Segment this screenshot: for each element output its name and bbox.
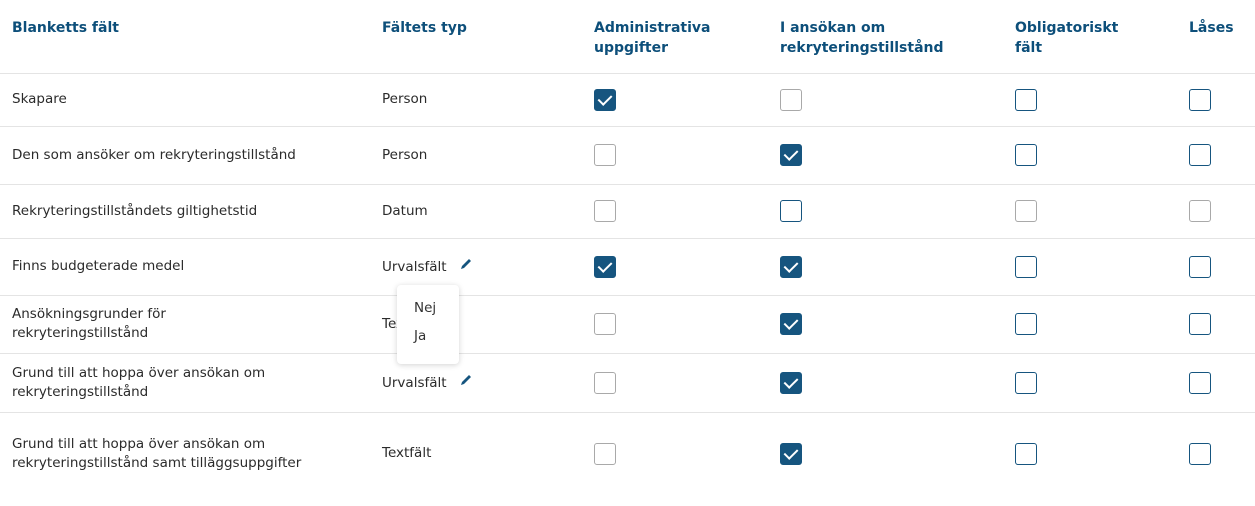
table-row: Den som ansöker om rekryteringstillstånd… [0,125,1255,184]
mandatory-checkbox[interactable] [1015,371,1037,394]
field-type: Datum [382,183,594,238]
admin-checkbox[interactable] [594,88,616,111]
mandatory-checkbox[interactable] [1015,442,1037,465]
mandatory-checkbox[interactable] [1015,313,1037,335]
in-application-checkbox[interactable] [780,200,802,222]
field-name: Den som ansöker om rekryteringstillstånd [0,125,382,184]
mandatory-checkbox[interactable] [1015,88,1037,111]
table-row: Grund till att hoppa över ansökan om rek… [0,411,1255,495]
table-row: Skapare Person [0,72,1255,126]
table-header-row: Blanketts fält Fältets typ Administrativ… [0,10,1255,73]
in-application-checkbox[interactable] [780,442,802,465]
mandatory-checkbox[interactable] [1015,144,1037,166]
locked-checkbox[interactable] [1189,313,1211,335]
options-popup: Nej Ja [397,285,459,364]
field-name: Finns budgeterade medel [0,237,382,295]
popup-option-ja[interactable]: Ja [414,328,426,344]
table-row: Ansökningsgrunder för rekryteringstillst… [0,294,1255,353]
admin-checkbox[interactable] [594,200,616,222]
header-type: Fältets typ [382,20,467,36]
in-application-checkbox[interactable] [780,313,802,335]
admin-checkbox[interactable] [594,313,616,335]
admin-checkbox[interactable] [594,442,616,465]
field-name: Skapare [0,72,382,126]
field-type: Textfält [382,411,594,495]
admin-checkbox[interactable] [594,144,616,166]
header-locked: Låses [1189,20,1234,36]
header-field: Blanketts fält [12,20,119,36]
field-type: Person [382,72,594,126]
table-row: Finns budgeterade medel Urvalsfält [0,237,1255,295]
mandatory-checkbox[interactable] [1015,200,1037,222]
form-fields-table: Blanketts fält Fältets typ Administrativ… [0,10,1255,495]
field-type: Urvalsfält [382,374,447,391]
in-application-checkbox[interactable] [780,255,802,278]
table-row: Rekryteringstillståndets giltighetstid D… [0,183,1255,238]
header-in-application: I ansökan om rekryteringstillstånd [780,20,944,56]
edit-pencil-icon[interactable] [459,373,473,393]
mandatory-checkbox[interactable] [1015,255,1037,278]
locked-checkbox[interactable] [1189,255,1211,278]
field-type: Urvalsfält [382,258,447,275]
locked-checkbox[interactable] [1189,371,1211,394]
field-name: Grund till att hoppa över ansökan om rek… [0,352,382,412]
popup-option-nej[interactable]: Nej [414,300,436,316]
field-type: Person [382,125,594,184]
table-row: Grund till att hoppa över ansökan om rek… [0,352,1255,412]
field-name: Ansökningsgrunder för rekryteringstillst… [0,294,382,353]
locked-checkbox[interactable] [1189,200,1211,222]
field-name: Grund till att hoppa över ansökan om rek… [0,411,382,495]
in-application-checkbox[interactable] [780,88,802,111]
header-admin: Administrativa uppgifter [594,20,711,56]
in-application-checkbox[interactable] [780,144,802,166]
admin-checkbox[interactable] [594,255,616,278]
header-mandatory: Obligatoriskt fält [1015,20,1119,56]
admin-checkbox[interactable] [594,371,616,394]
field-name: Rekryteringstillståndets giltighetstid [0,183,382,238]
in-application-checkbox[interactable] [780,371,802,394]
locked-checkbox[interactable] [1189,442,1211,465]
locked-checkbox[interactable] [1189,88,1211,111]
edit-pencil-icon[interactable] [459,257,473,277]
locked-checkbox[interactable] [1189,144,1211,166]
